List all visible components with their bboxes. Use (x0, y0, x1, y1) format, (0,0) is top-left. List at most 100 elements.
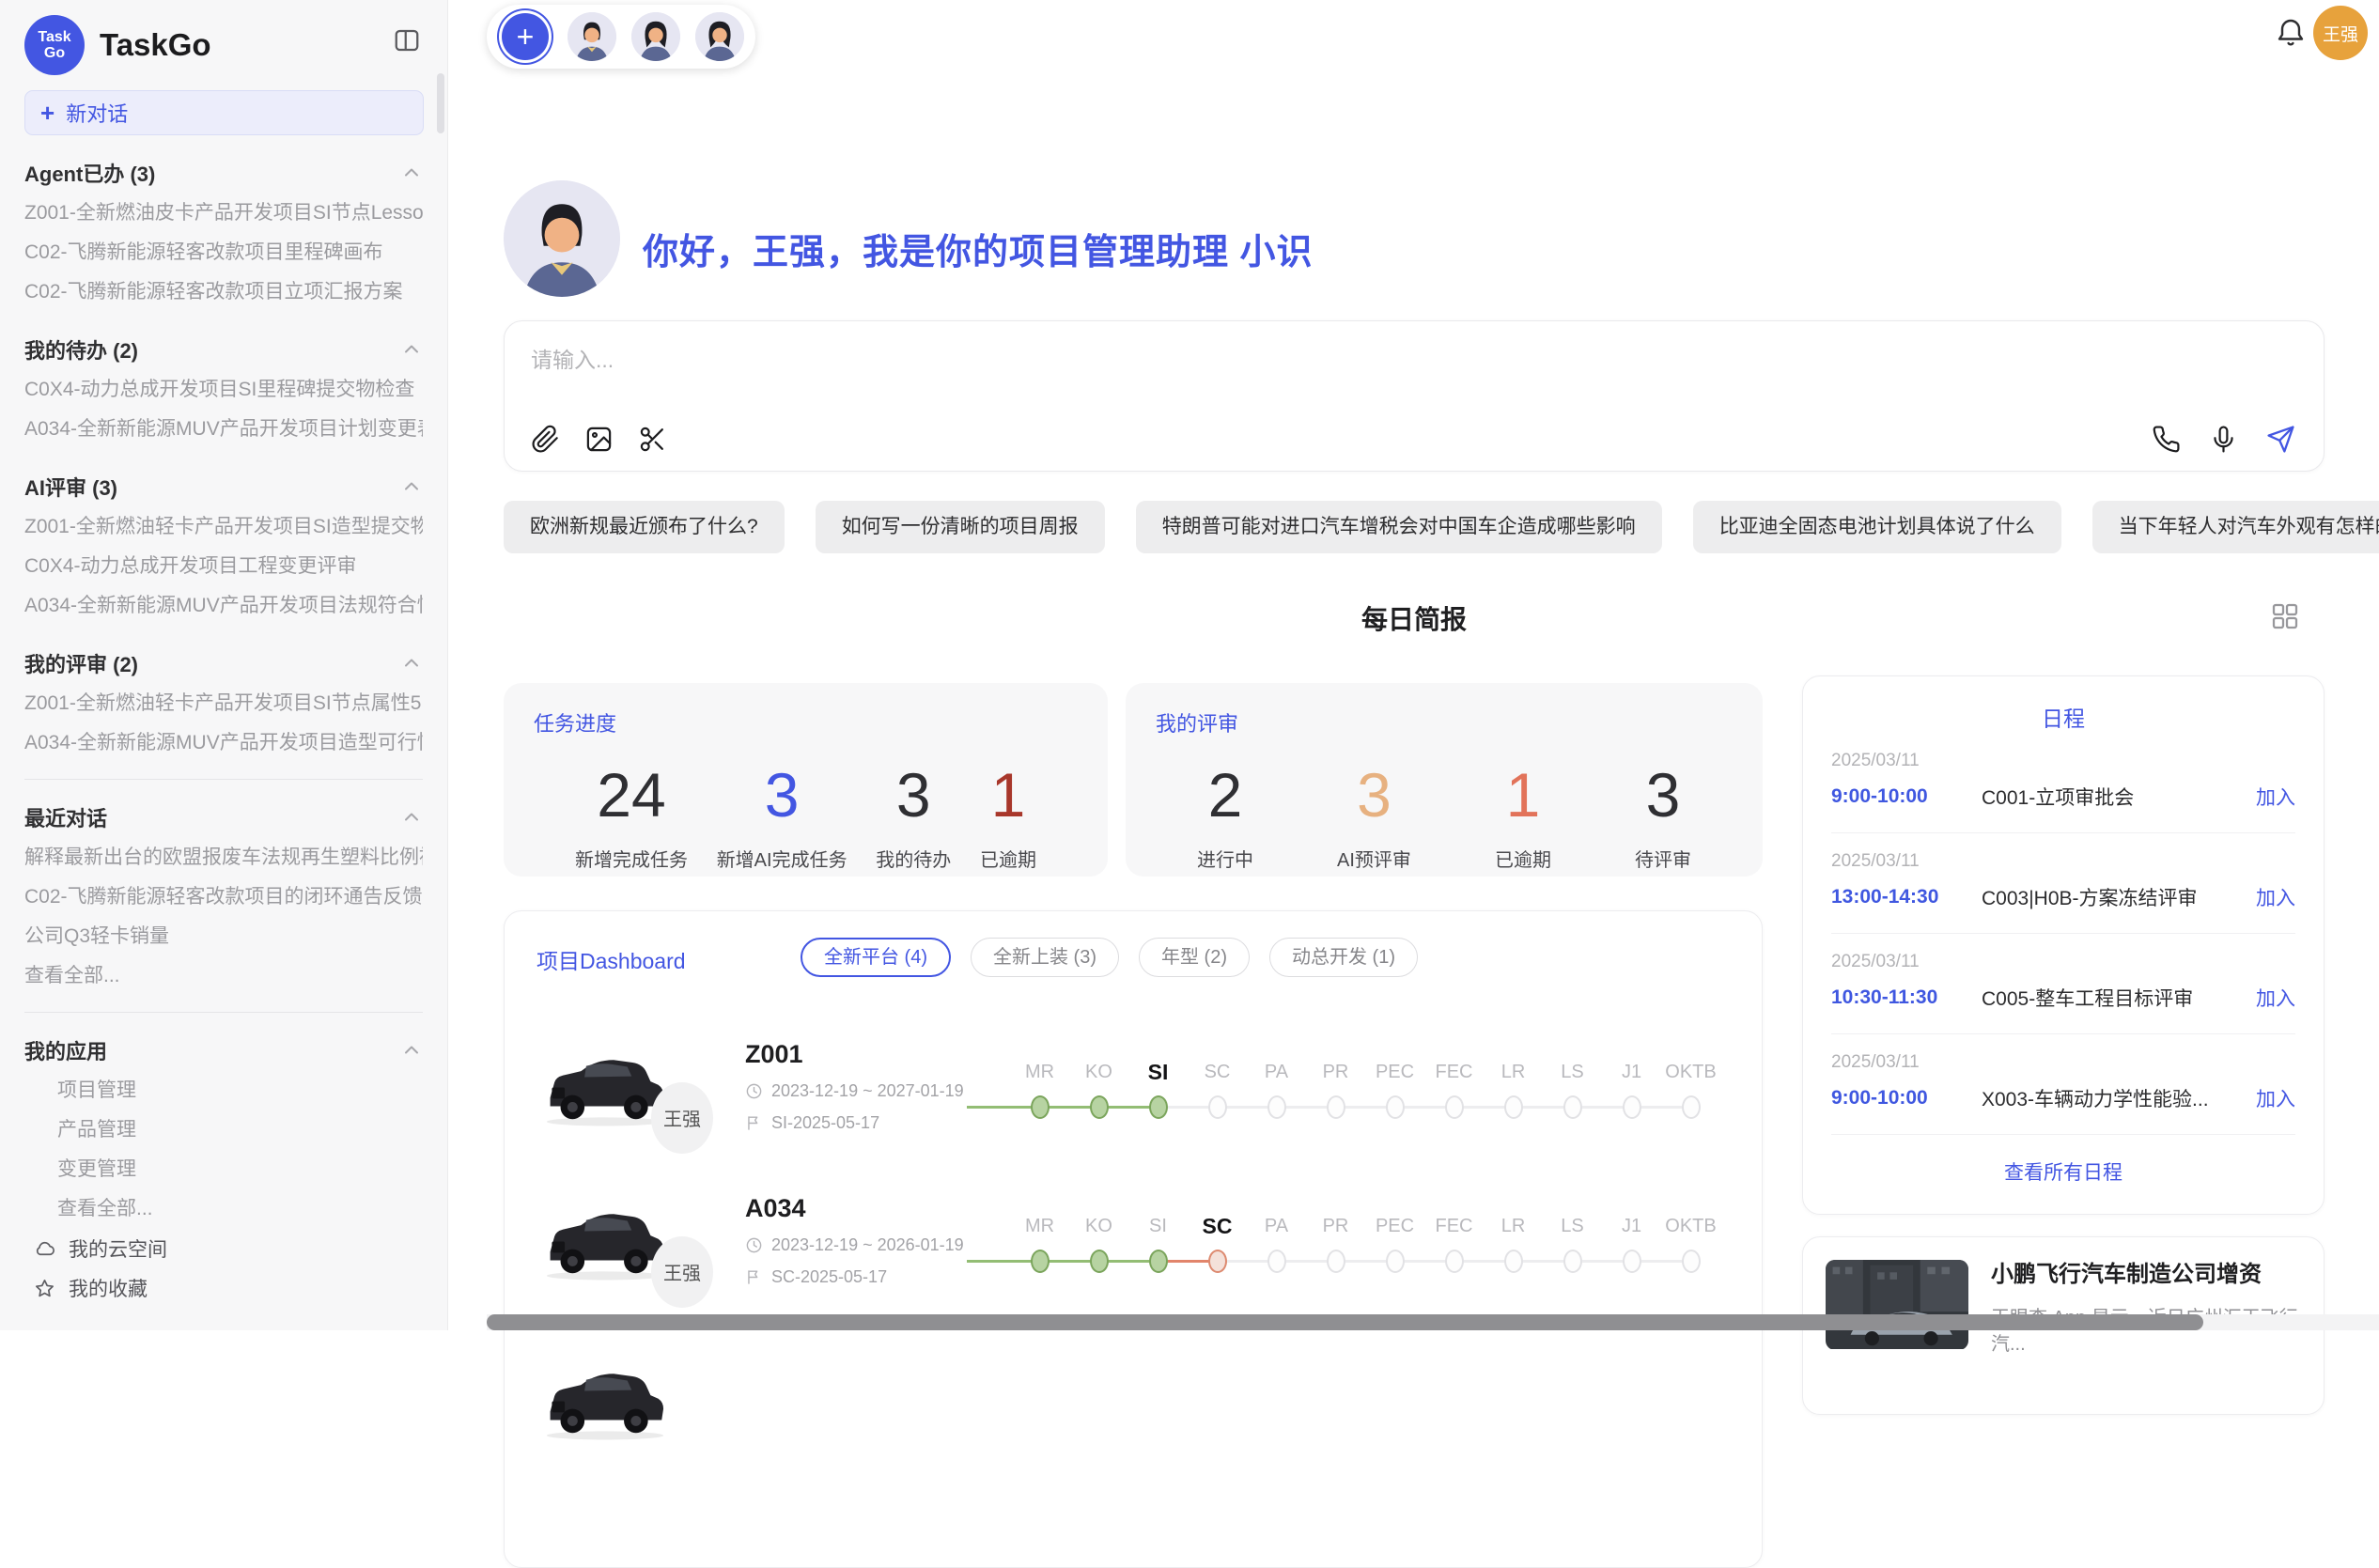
sidebar-item[interactable]: Z001-全新燃油皮卡产品开发项目SI节点Lesson Learn报告 (24, 194, 423, 233)
sidebar-item[interactable]: 查看全部... (24, 956, 423, 996)
apps-gap (24, 1308, 423, 1330)
milestone-dot (1386, 1250, 1405, 1273)
event-time: 9:00-10:00 (1831, 785, 1982, 808)
send-icon[interactable] (2266, 425, 2295, 454)
agent-switcher: + (487, 5, 755, 69)
apps-sub-item[interactable]: 变更管理 (24, 1150, 423, 1189)
project-vehicle-image (536, 1357, 674, 1442)
sidebar-item[interactable]: Z001-全新燃油轻卡产品开发项目SI节点属性5D文件评审 (24, 684, 423, 723)
milestone-j1: J1 (1602, 1057, 1661, 1121)
milestone-label: PR (1306, 1211, 1365, 1241)
new-chat-button[interactable]: + 新对话 (24, 90, 424, 135)
horizontal-scrollbar (487, 1314, 2379, 1330)
project-rows: 王强Z0012023-12-19 ~ 2027-01-19SI-2025-05-… (505, 996, 1762, 1477)
milestone-label: MR (1010, 1211, 1069, 1241)
stat-row: 24新增完成任务3新增AI完成任务3我的待办1已逾期 (534, 762, 1078, 872)
layout-grid-icon[interactable] (2270, 601, 2300, 631)
sidebar-item[interactable]: C0X4-动力总成开发项目工程变更评审 (24, 547, 423, 586)
project-vehicle-image: 王强 (536, 1043, 674, 1128)
apps-sub-item[interactable]: 查看全部... (24, 1189, 423, 1229)
sidebar-item[interactable]: 解释最新出台的欧盟报废车法规再生塑料比例被调至15%... (24, 838, 423, 877)
dashboard-tab[interactable]: 动总开发 (1) (1269, 938, 1418, 977)
sidebar-item[interactable]: C02-飞腾新能源轻客改款项目里程碑画布 (24, 233, 423, 272)
sidebar-item[interactable]: C02-飞腾新能源轻客改款项目立项汇报方案 (24, 272, 423, 312)
event-date: 2025/03/11 (1831, 851, 2295, 872)
add-agent-button[interactable]: + (502, 13, 549, 60)
suggestion-chip[interactable]: 欧洲新规最近颁布了什么? (504, 501, 785, 553)
dashboard-tab[interactable]: 全新平台 (4) (801, 938, 951, 977)
milestone-dot-area (1661, 1094, 1720, 1121)
sidebar-group-header[interactable]: 我的待办 (2) (24, 329, 423, 370)
clock-icon (745, 1082, 763, 1100)
milestone-lr: LR (1484, 1211, 1543, 1275)
suggestion-chip[interactable]: 当下年轻人对汽车外观有怎样的喜好趋势 (2092, 501, 2379, 553)
schedule-event: 2025/03/119:00-10:00C001-立项审批会加入 (1831, 733, 2295, 833)
event-join-link[interactable]: 加入 (2256, 984, 2295, 1012)
event-name: C003|H0B-方案冻结评审 (1982, 883, 2256, 911)
user-avatar[interactable]: 王强 (2313, 6, 2368, 60)
sidebar-group-header[interactable]: 我的评审 (2) (24, 643, 423, 684)
event-join-link[interactable]: 加入 (2256, 783, 2295, 811)
milestone-fec: FEC (1424, 1057, 1484, 1121)
sidebar-group-header[interactable]: Agent已办 (3) (24, 152, 423, 194)
suggestion-chip[interactable]: 特朗普可能对进口汽车增税会对中国车企造成哪些影响 (1136, 501, 1662, 553)
sidebar-group-title: 我的评审 (2) (24, 648, 138, 678)
sidebar-group-header[interactable]: 最近对话 (24, 797, 423, 838)
apps-shortcuts: 我的云空间我的收藏 (24, 1229, 423, 1308)
sidebar-item[interactable]: A034-全新新能源MUV产品开发项目计划变更表编写 (24, 410, 423, 449)
stat: 3AI预评审 (1337, 762, 1411, 872)
milestone-sc: SC (1188, 1057, 1247, 1121)
scissors-icon[interactable] (638, 425, 667, 454)
sidebar-item[interactable]: C02-飞腾新能源轻客改款项目的闭环通告反馈情况 (24, 877, 423, 917)
sidebar-link-cloud[interactable]: 我的云空间 (24, 1229, 423, 1268)
milestone-label: J1 (1602, 1057, 1661, 1087)
agent-avatar[interactable] (631, 12, 680, 61)
attachment-icon[interactable] (531, 425, 560, 454)
event-name: C001-立项审批会 (1982, 783, 2256, 811)
app-logo: Task Go (24, 15, 85, 75)
view-all-schedule-link[interactable]: 查看所有日程 (1831, 1135, 2295, 1208)
sidebar-item[interactable]: 公司Q3轻卡销量 (24, 917, 423, 956)
notification-bell-icon[interactable] (2274, 15, 2308, 49)
milestone-dot (1563, 1095, 1582, 1119)
milestone-pec: PEC (1365, 1211, 1424, 1275)
microphone-icon[interactable] (2209, 425, 2238, 454)
sidebar-group-header-apps[interactable]: 我的应用 (24, 1030, 423, 1071)
project-row-partial (505, 1323, 1762, 1477)
chat-input[interactable] (531, 342, 1940, 398)
apps-sub-item[interactable]: 产品管理 (24, 1110, 423, 1150)
phone-call-icon[interactable] (2152, 425, 2181, 454)
meta-text: SI-2025-05-17 (771, 1113, 879, 1133)
stat-label: 已逾期 (980, 845, 1036, 872)
apps-sub-item[interactable]: 项目管理 (24, 1071, 423, 1110)
dashboard-tab[interactable]: 年型 (2) (1139, 938, 1250, 977)
sidebar-scrollbar-thumb[interactable] (437, 73, 444, 133)
milestone-pa: PA (1247, 1057, 1306, 1121)
sidebar-item[interactable]: A034-全新新能源MUV产品开发项目造型可行性评审 (24, 723, 423, 763)
sidebar-collapse-icon[interactable] (393, 26, 421, 54)
sidebar-link-star[interactable]: 我的收藏 (24, 1268, 423, 1308)
suggestion-chip[interactable]: 如何写一份清晰的项目周报 (816, 501, 1105, 553)
sidebar-group-header[interactable]: AI评审 (3) (24, 466, 423, 507)
sidebar-item[interactable]: A034-全新新能源MUV产品开发项目法规符合性评审 (24, 586, 423, 626)
briefing-card-title: 我的评审 (1156, 707, 1733, 737)
sidebar-link-label: 我的收藏 (69, 1274, 148, 1302)
stat-row: 2进行中3AI预评审1已逾期3待评审 (1156, 762, 1733, 872)
dashboard-tab[interactable]: 全新上装 (3) (971, 938, 1119, 977)
horizontal-scrollbar-thumb[interactable] (487, 1314, 2203, 1330)
suggestion-chip[interactable]: 比亚迪全固态电池计划具体说了什么 (1693, 501, 2061, 553)
stat-value: 1 (980, 762, 1036, 828)
agent-avatar[interactable] (695, 12, 744, 61)
image-icon[interactable] (584, 425, 614, 454)
event-join-link[interactable]: 加入 (2256, 883, 2295, 911)
milestone-dot (1504, 1250, 1523, 1273)
milestone-dot (1386, 1095, 1405, 1119)
event-date: 2025/03/11 (1831, 952, 2295, 972)
agent-avatar[interactable] (568, 12, 616, 61)
project-date-range: 2023-12-19 ~ 2026-01-19 (745, 1235, 1004, 1255)
milestone-dot (1267, 1095, 1286, 1119)
sidebar-item[interactable]: C0X4-动力总成开发项目SI里程碑提交物检查 (24, 370, 423, 410)
event-join-link[interactable]: 加入 (2256, 1084, 2295, 1112)
sidebar-item[interactable]: Z001-全新燃油轻卡产品开发项目SI造型提交物评审 (24, 507, 423, 547)
stat-label: 待评审 (1635, 845, 1691, 872)
